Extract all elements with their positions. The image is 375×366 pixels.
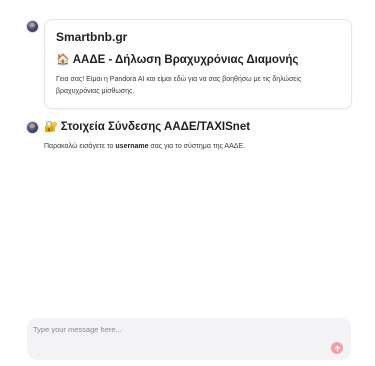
credentials-title: 🔐 Στοιχεία Σύνδεσης ΑΑΔΕ/TAXISnet [44,120,250,133]
welcome-message-card: Smartbnb.gr 🏠 ΑΑΔΕ - Δήλωση Βραχυχρόνιας … [44,19,352,109]
brand-name: Smartbnb.gr [56,30,128,44]
credentials-title-text: Στοιχεία Σύνδεσης ΑΑΔΕ/TAXISnet [60,121,251,133]
assistant-avatar [27,122,38,133]
lock-key-icon: 🔐 [44,121,58,133]
assistant-avatar [27,21,38,32]
welcome-title-text: ΑΑΔΕ - Δήλωση Βραχυχρόνιας Διαμονής [72,54,299,66]
house-icon: 🏠 [56,54,70,66]
prompt-text-start: Παρακαλώ εισάγετε το [44,143,116,150]
credentials-prompt: Παρακαλώ εισάγετε το username σας για το… [44,143,245,150]
welcome-text: Γεια σας! Είμαι η Pandora AI και είμαι ε… [56,76,302,95]
send-button[interactable] [331,342,343,354]
welcome-title: 🏠 ΑΑΔΕ - Δήλωση Βραχυχρόνιας Διαμονής [56,53,298,66]
message-composer [27,318,351,360]
prompt-text-end: σας για το σύστημα της ΑΑΔΕ. [148,143,246,150]
prompt-username: username [115,143,149,150]
message-input[interactable] [33,322,313,336]
arrow-up-icon [334,345,340,351]
